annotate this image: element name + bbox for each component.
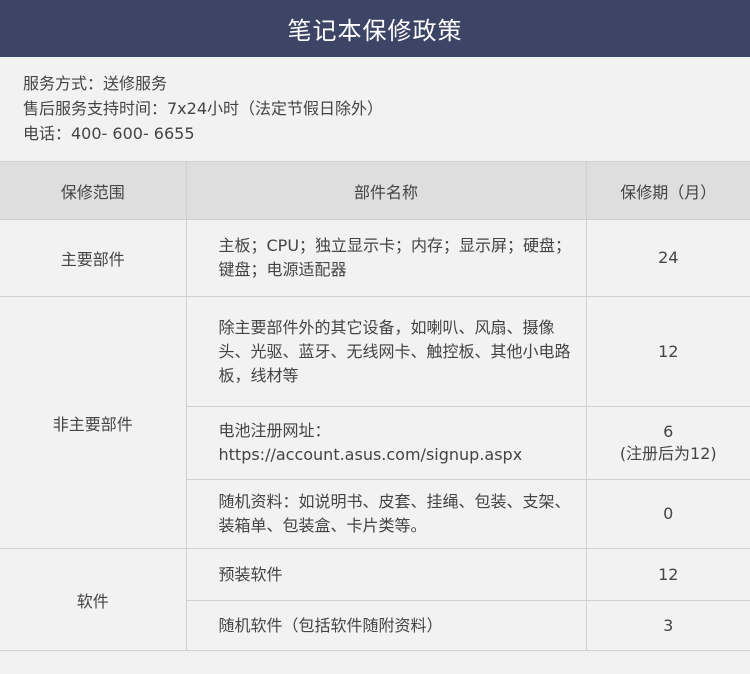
period-note: (注册后为12) (619, 444, 717, 463)
period-cell: 3 (585, 600, 750, 651)
period-value: 6 (663, 422, 674, 441)
parts-cell: 随机软件（包括软件随附资料） (186, 600, 587, 651)
support-hours-text: 售后服务支持时间：7x24小时（法定节假日除外） (23, 99, 384, 118)
warranty-table: 保修范围 部件名称 保修期（月） 主要部件 主板；CPU；独立显示卡；内存；显示… (0, 161, 750, 651)
period-cell: 12 (585, 548, 750, 601)
category-cell: 非主要部件 (0, 296, 187, 549)
parts-cell: 电池注册网址： https://account.asus.com/signup.… (186, 406, 587, 480)
parts-cell: 随机资料：如说明书、皮套、挂绳、包装、支架、装箱单、包装盒、卡片类等。 (186, 479, 587, 549)
period-cell: 24 (585, 219, 750, 297)
table-row: 非主要部件 除主要部件外的其它设备，如喇叭、风扇、摄像头、光驱、蓝牙、无线网卡、… (0, 296, 750, 549)
period-cell: 12 (585, 296, 750, 407)
parts-cell: 主板；CPU；独立显示卡；内存；显示屏；硬盘；键盘；电源适配器 (185, 219, 587, 297)
category-cell: 主要部件 (0, 219, 187, 297)
phone-text: 电话：400- 600- 6655 (23, 124, 195, 143)
table-row: 主要部件 主板；CPU；独立显示卡；内存；显示屏；硬盘；键盘；电源适配器 24 (0, 219, 750, 297)
header-part-name: 部件名称 (185, 161, 587, 220)
parts-cell: 除主要部件外的其它设备，如喇叭、风扇、摄像头、光驱、蓝牙、无线网卡、触控板、其他… (185, 296, 587, 407)
table-header-row: 保修范围 部件名称 保修期（月） (0, 161, 750, 220)
header-scope: 保修范围 (0, 161, 187, 220)
category-cell: 软件 (0, 548, 187, 651)
header-period: 保修期（月） (585, 161, 750, 220)
page-header: 笔记本保修政策 (0, 0, 750, 57)
service-mode-text: 服务方式：送修服务 (23, 74, 168, 93)
page-title: 笔记本保修政策 (287, 17, 463, 45)
table-row: 软件 预装软件 12 (0, 548, 750, 651)
service-info: 服务方式：送修服务 售后服务支持时间：7x24小时（法定节假日除外） 电话：40… (0, 57, 750, 147)
period-cell: 6 (注册后为12) (585, 406, 750, 480)
battery-label: 电池注册网址： (218, 421, 331, 440)
battery-url: https://account.asus.com/signup.aspx (218, 445, 523, 464)
parts-cell: 预装软件 (185, 548, 587, 601)
period-cell: 0 (585, 479, 750, 549)
